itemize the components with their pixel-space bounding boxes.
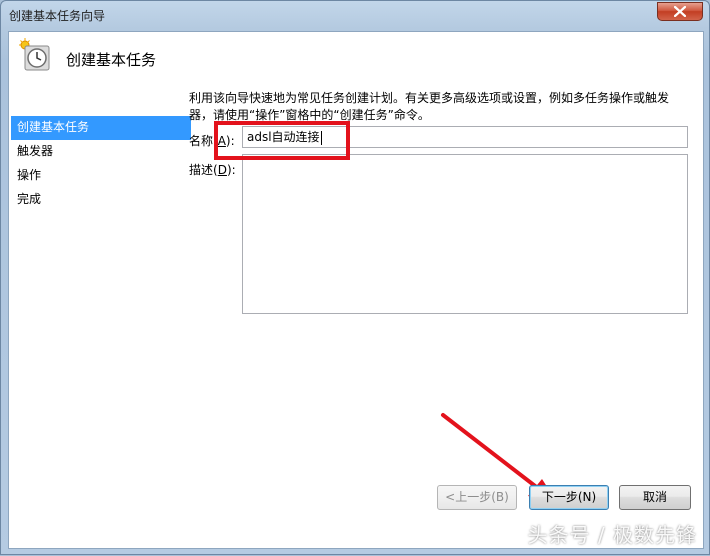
close-icon xyxy=(674,6,686,17)
title-bar[interactable]: 创建基本任务向导 xyxy=(1,1,709,31)
back-button[interactable]: <上一步(B) xyxy=(437,485,517,510)
task-name-input[interactable]: adsl自动连接 xyxy=(242,126,688,148)
window-title: 创建基本任务向导 xyxy=(9,9,106,23)
nav-item-finish[interactable]: 完成 xyxy=(11,188,191,212)
nav-item-create-basic-task[interactable]: 创建基本任务 xyxy=(11,116,191,140)
text-caret xyxy=(320,130,322,145)
description-label: 描述(D): xyxy=(189,163,236,177)
header-title: 创建基本任务 xyxy=(66,51,157,69)
task-name-value: adsl自动连接 xyxy=(247,130,320,144)
task-clock-icon xyxy=(19,38,53,72)
wizard-steps-nav: 创建基本任务 触发器 操作 完成 xyxy=(11,116,191,212)
next-button[interactable]: 下一步(N) xyxy=(529,485,609,510)
nav-item-trigger[interactable]: 触发器 xyxy=(11,140,191,164)
cancel-button[interactable]: 取消 xyxy=(619,485,691,510)
wizard-description: 利用该向导快速地为常见任务创建计划。有关更多高级选项或设置，例如多任务操作或触发… xyxy=(189,91,670,122)
wizard-window: 创建基本任务向导 创建基本任务 创建基本任务 触发器 操作 完成 利用该向导快速… xyxy=(0,0,710,555)
name-label: 名称(A): xyxy=(189,134,235,148)
task-description-textarea[interactable] xyxy=(242,154,688,314)
nav-item-action[interactable]: 操作 xyxy=(11,164,191,188)
close-button[interactable] xyxy=(657,2,703,21)
